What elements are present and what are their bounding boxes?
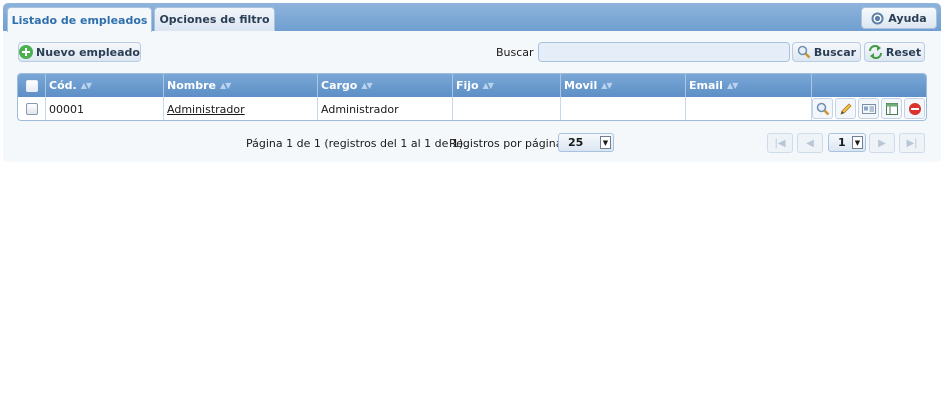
- row-checkbox[interactable]: [25, 103, 38, 115]
- sort-icon: ▲▼: [482, 81, 494, 90]
- column-role[interactable]: Cargo ▲▼: [318, 74, 453, 97]
- tab-bar: Listado de empleados Opciones de filtro …: [3, 3, 941, 32]
- table-row[interactable]: 00001 Administrador Administrador: [18, 97, 926, 120]
- new-employee-label: Nuevo empleado: [36, 45, 140, 59]
- sort-icon: ▲▼: [219, 81, 231, 90]
- edit-button[interactable]: [835, 98, 856, 119]
- page-select[interactable]: 1 ▼: [828, 133, 866, 152]
- cell-role: Administrador: [318, 97, 453, 120]
- card-button[interactable]: [858, 98, 879, 119]
- next-page-icon: ▶: [878, 137, 886, 149]
- cell-code: 00001: [46, 97, 164, 120]
- delete-button[interactable]: [904, 98, 925, 119]
- column-mobile-label: Movil: [564, 79, 598, 92]
- cell-actions: [812, 97, 926, 120]
- view-icon: [816, 102, 829, 115]
- column-email-label: Email: [689, 79, 723, 92]
- first-page-icon: |◀: [774, 137, 786, 149]
- column-role-label: Cargo: [321, 79, 358, 92]
- tab-filter-options[interactable]: Opciones de filtro: [154, 7, 275, 31]
- column-phone[interactable]: Fijo ▲▼: [453, 74, 561, 97]
- tab-employee-list[interactable]: Listado de empleados: [7, 7, 152, 32]
- previous-page-button[interactable]: ◀: [797, 133, 823, 153]
- help-icon: [871, 12, 884, 24]
- tab-employee-list-label: Listado de empleados: [11, 13, 148, 27]
- table-header: Cód. ▲▼ Nombre ▲▼ Cargo ▲▼ Fijo ▲▼ Movil…: [18, 74, 926, 97]
- refresh-icon: [868, 45, 882, 59]
- chevron-down-icon: ▼: [600, 136, 611, 149]
- search-input[interactable]: [538, 42, 790, 62]
- column-email[interactable]: Email ▲▼: [686, 74, 812, 97]
- pager-summary: Página 1 de 1 (registros del 1 al 1 de 1…: [246, 137, 467, 150]
- column-code[interactable]: Cód. ▲▼: [46, 74, 164, 97]
- column-phone-label: Fijo: [456, 79, 479, 92]
- employee-table: Cód. ▲▼ Nombre ▲▼ Cargo ▲▼ Fijo ▲▼ Movil…: [17, 73, 927, 121]
- search-icon: [797, 45, 811, 59]
- sheet-button[interactable]: [881, 98, 902, 119]
- select-all-checkbox[interactable]: [25, 79, 38, 92]
- per-page-value: 25: [568, 136, 584, 149]
- cell-mobile: [561, 97, 686, 120]
- new-employee-button[interactable]: Nuevo empleado: [18, 42, 141, 62]
- tab-filter-options-label: Opciones de filtro: [159, 13, 270, 26]
- first-page-button[interactable]: |◀: [767, 133, 793, 153]
- view-button[interactable]: [812, 98, 833, 119]
- next-page-button[interactable]: ▶: [869, 133, 895, 153]
- search-button-label: Buscar: [813, 45, 857, 59]
- cell-phone: [453, 97, 561, 120]
- cell-name: Administrador: [164, 97, 318, 120]
- card-icon: [861, 103, 876, 114]
- delete-icon: [908, 102, 921, 115]
- help-label: Ayuda: [888, 11, 927, 25]
- plus-icon: [19, 45, 34, 59]
- column-name[interactable]: Nombre ▲▼: [164, 74, 318, 97]
- sort-icon: ▲▼: [601, 81, 612, 90]
- sheet-icon: [885, 102, 898, 115]
- select-all-cell: [18, 74, 46, 97]
- per-page-select[interactable]: 25 ▼: [558, 133, 614, 152]
- reset-button[interactable]: Reset: [864, 42, 925, 62]
- last-page-button[interactable]: ▶|: [899, 133, 925, 153]
- row-checkbox-cell: [18, 97, 46, 120]
- search-label: Buscar: [496, 46, 534, 59]
- column-mobile[interactable]: Movil ▲▼: [561, 74, 686, 97]
- cell-email: [686, 97, 812, 120]
- column-actions: [812, 74, 926, 97]
- sort-icon: ▲▼: [361, 81, 372, 90]
- previous-page-icon: ◀: [806, 137, 814, 149]
- employee-name-link[interactable]: Administrador: [167, 103, 245, 116]
- employees-panel: Listado de empleados Opciones de filtro …: [3, 3, 941, 162]
- sort-icon: ▲▼: [726, 81, 738, 90]
- reset-button-label: Reset: [885, 45, 922, 59]
- chevron-down-icon: ▼: [852, 136, 863, 149]
- sort-icon: ▲▼: [80, 81, 92, 90]
- edit-icon: [839, 102, 852, 115]
- help-button[interactable]: Ayuda: [861, 7, 937, 29]
- column-name-label: Nombre: [167, 79, 216, 92]
- per-page-label: Registros por página:: [449, 137, 567, 150]
- last-page-icon: ▶|: [906, 137, 918, 149]
- page-value: 1: [838, 136, 846, 149]
- column-code-label: Cód.: [49, 79, 77, 92]
- search-button[interactable]: Buscar: [792, 42, 861, 62]
